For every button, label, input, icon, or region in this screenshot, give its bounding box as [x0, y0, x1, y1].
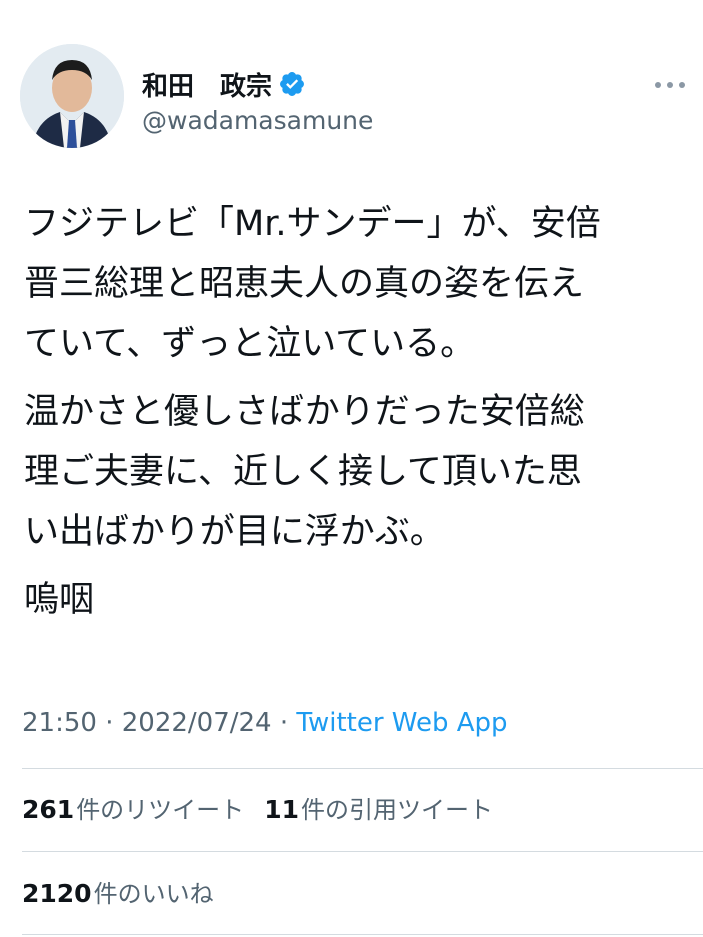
retweets-stat[interactable]: 261件のリツイート — [22, 790, 244, 825]
tweet-source-link[interactable]: Twitter Web App — [296, 708, 507, 738]
quotes-label: 件の引用ツイート — [300, 796, 493, 824]
divider — [22, 851, 703, 852]
divider — [22, 934, 703, 935]
author-handle[interactable]: @wadamasamune — [142, 106, 373, 135]
likes-label: 件のいいね — [93, 880, 214, 908]
author-name-row[interactable]: 和田 政宗 — [142, 66, 306, 102]
more-options-icon[interactable] — [655, 80, 685, 90]
tweet-date[interactable]: 2022/07/24 — [122, 708, 272, 738]
likes-stats-row: 2120件のいいね — [22, 874, 214, 909]
author-display-name[interactable]: 和田 政宗 — [142, 66, 272, 103]
profile-photo — [20, 44, 124, 148]
retweets-count: 261 — [22, 795, 75, 824]
more-dot — [655, 82, 661, 88]
quotes-stat[interactable]: 11件の引用ツイート — [264, 790, 493, 825]
meta-separator: · — [96, 708, 122, 738]
tweet-paragraph: 嗚咽 — [24, 580, 95, 620]
more-dot — [679, 82, 685, 88]
tweet-text: フジテレビ「Mr.サンデー」が、安倍 晋三総理と昭恵夫人の真の姿を伝え ていて、… — [24, 194, 688, 638]
tweet-header: 和田 政宗 @wadamasamune — [20, 44, 685, 156]
retweets-label: 件のリツイート — [76, 796, 245, 824]
more-dot — [667, 82, 673, 88]
quotes-count: 11 — [264, 795, 299, 824]
verified-badge-icon — [278, 70, 306, 98]
likes-stat[interactable]: 2120件のいいね — [22, 874, 214, 909]
tweet-time[interactable]: 21:50 — [22, 708, 97, 738]
meta-separator: · — [271, 708, 297, 738]
tweet-paragraph: 温かさと優しさばかりだった安倍総 理ご夫妻に、近しく接して頂いた思 い出ばかりが… — [24, 392, 585, 552]
engagement-stats-row: 261件のリツイート 11件の引用ツイート — [22, 790, 493, 825]
divider — [22, 768, 703, 769]
likes-count: 2120 — [22, 879, 92, 908]
tweet-meta: 21:50 · 2022/07/24 · Twitter Web App — [22, 708, 508, 738]
avatar[interactable] — [20, 44, 124, 148]
tweet-paragraph: フジテレビ「Mr.サンデー」が、安倍 晋三総理と昭恵夫人の真の姿を伝え ていて、… — [24, 204, 601, 364]
